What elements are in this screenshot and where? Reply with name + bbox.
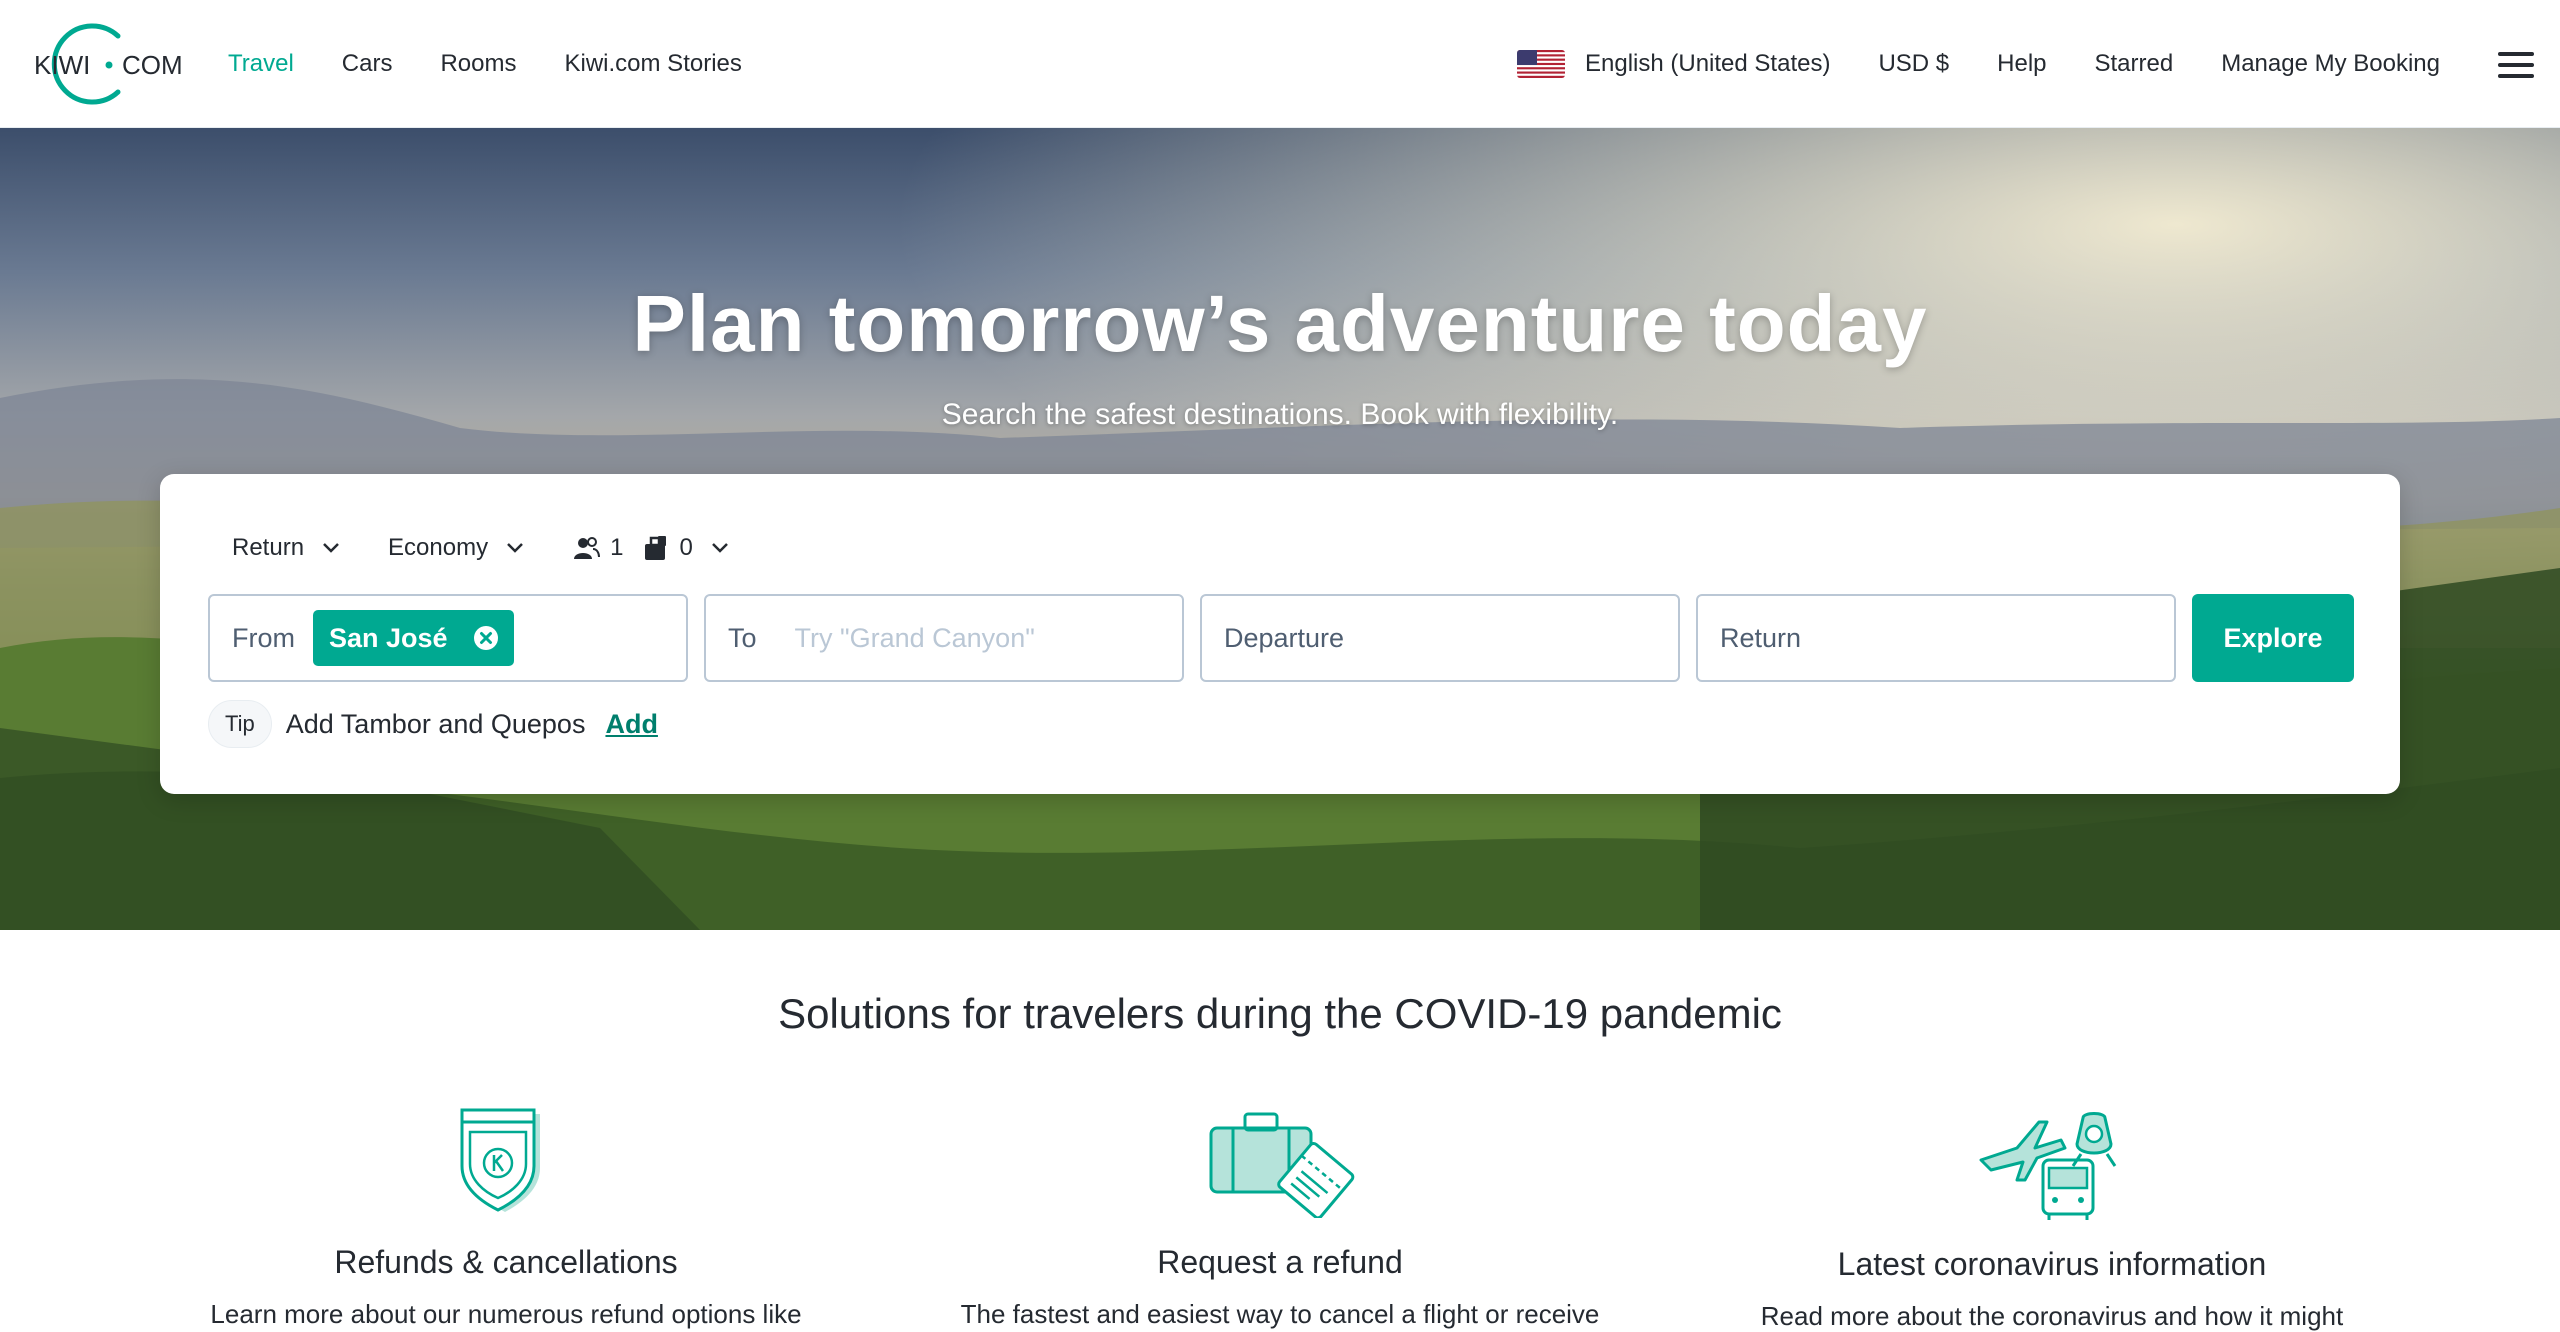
feature-request-refund[interactable]: Request a refund The fastest and easiest… bbox=[930, 1108, 1630, 1330]
tip-text: Add Tambor and Quepos bbox=[285, 708, 586, 739]
bags-value: 0 bbox=[679, 534, 693, 561]
feature-coronavirus-info[interactable]: Latest coronavirus information Read more… bbox=[1702, 1108, 2402, 1332]
passengers-count: 1 bbox=[572, 534, 623, 562]
passengers-value: 1 bbox=[610, 534, 624, 561]
to-label: To bbox=[728, 622, 757, 653]
logo-text-right: COM bbox=[122, 50, 183, 80]
tip-add-link[interactable]: Add bbox=[605, 709, 657, 740]
feature-title: Request a refund bbox=[1157, 1244, 1403, 1280]
chevron-down-icon bbox=[323, 543, 339, 553]
nav-stories[interactable]: Kiwi.com Stories bbox=[565, 50, 742, 78]
feature-text: The fastest and easiest way to cancel a … bbox=[960, 1299, 1600, 1329]
feature-title: Refunds & cancellations bbox=[334, 1244, 678, 1280]
nav-manage-booking[interactable]: Manage My Booking bbox=[2221, 50, 2440, 78]
main-nav: Travel Cars Rooms Kiwi.com Stories bbox=[228, 0, 742, 128]
chevron-down-icon bbox=[711, 543, 728, 553]
search-options: Return Economy 1 0 bbox=[232, 534, 729, 562]
search-form: Return Economy 1 0 From San José To Try … bbox=[160, 474, 2400, 794]
return-placeholder: Return bbox=[1720, 622, 1802, 653]
chevron-down-icon bbox=[507, 543, 523, 553]
top-navigation: KIWI COM Travel Cars Rooms Kiwi.com Stor… bbox=[0, 0, 2560, 128]
nav-travel[interactable]: Travel bbox=[228, 50, 294, 78]
bag-icon bbox=[645, 536, 667, 560]
trip-type-label: Return bbox=[232, 534, 305, 561]
departure-placeholder: Departure bbox=[1224, 622, 1345, 653]
nav-cars[interactable]: Cars bbox=[342, 50, 393, 78]
us-flag-icon bbox=[1517, 50, 1565, 78]
tip-badge: Tip bbox=[208, 700, 272, 748]
luggage-ticket-icon bbox=[1209, 1112, 1355, 1218]
bags-count: 0 bbox=[641, 534, 693, 562]
currency-selector[interactable]: USD $ bbox=[1878, 50, 1949, 78]
from-label: From bbox=[232, 622, 295, 653]
feature-text: Learn more about our numerous refund opt… bbox=[210, 1299, 802, 1329]
feature-text: Read more about the coronavirus and how … bbox=[1760, 1301, 2344, 1331]
covid-section-title: Solutions for travelers during the COVID… bbox=[778, 990, 1782, 1037]
remove-icon[interactable] bbox=[472, 624, 500, 652]
utility-nav: English (United States) USD $ Help Starr… bbox=[1517, 0, 2440, 128]
passengers-icon bbox=[574, 537, 601, 559]
nav-help[interactable]: Help bbox=[1997, 50, 2046, 78]
hamburger-icon[interactable] bbox=[2498, 52, 2534, 78]
transport-icon bbox=[1979, 1112, 2117, 1220]
cabin-class-dropdown[interactable]: Economy bbox=[388, 534, 524, 562]
search-fields: From San José To Try "Grand Canyon" Depa… bbox=[208, 594, 2354, 682]
trip-type-dropdown[interactable]: Return bbox=[232, 534, 340, 562]
cabin-class-label: Economy bbox=[388, 534, 489, 561]
tip-row: Tip Add Tambor and Quepos Add bbox=[208, 700, 658, 748]
shield-icon bbox=[460, 1108, 540, 1212]
from-field[interactable]: From San José bbox=[208, 594, 688, 682]
origin-chip-label: San José bbox=[329, 622, 448, 653]
departure-field[interactable]: Departure bbox=[1200, 594, 1680, 682]
kiwi-logo[interactable]: KIWI COM bbox=[18, 22, 184, 106]
language-selector[interactable]: English (United States) bbox=[1517, 50, 1830, 78]
hero-title: Plan tomorrow’s adventure today bbox=[632, 279, 1928, 368]
origin-chip[interactable]: San José bbox=[313, 610, 514, 666]
feature-refunds-cancellations[interactable]: Refunds & cancellations Learn more about… bbox=[156, 1108, 856, 1330]
return-field[interactable]: Return bbox=[1696, 594, 2176, 682]
hero-subtitle: Search the safest destinations. Book wit… bbox=[941, 398, 1619, 431]
feature-title: Latest coronavirus information bbox=[1837, 1246, 2267, 1282]
passengers-bags-dropdown[interactable]: 1 0 bbox=[572, 534, 729, 562]
nav-starred[interactable]: Starred bbox=[2095, 50, 2174, 78]
to-placeholder: Try "Grand Canyon" bbox=[794, 622, 1035, 653]
to-field[interactable]: To Try "Grand Canyon" bbox=[704, 594, 1184, 682]
language-label: English (United States) bbox=[1585, 50, 1831, 77]
nav-rooms[interactable]: Rooms bbox=[440, 50, 516, 78]
explore-button[interactable]: Explore bbox=[2192, 594, 2354, 682]
logo-text-left: KIWI bbox=[34, 50, 90, 80]
